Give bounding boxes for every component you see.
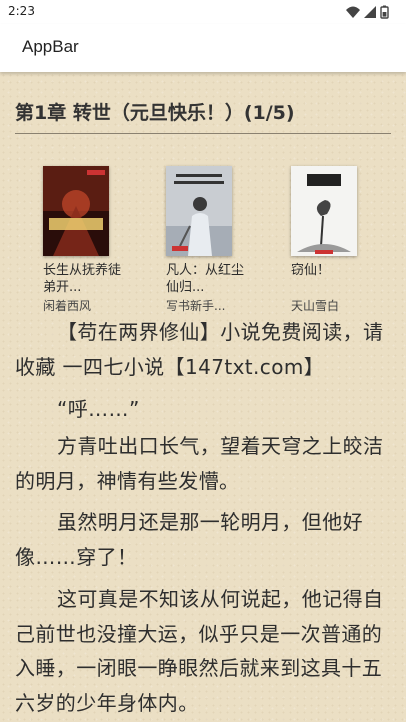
content-paragraph-4: 虽然明月还是那一轮明月，但他好像……穿了！ <box>15 505 393 574</box>
title-divider <box>15 133 391 134</box>
book-title-3[interactable]: 窃仙！ <box>291 262 381 279</box>
content-paragraph-1: 【苟在两界修仙】小说免费阅读，请收藏 一四七小说【147txt.com】 <box>15 315 393 384</box>
content-paragraph-2: “呼……” <box>15 392 393 427</box>
book-author-3: 天山雪白 <box>291 299 340 313</box>
paragraph-2-text: “呼……” <box>57 397 140 421</box>
content-paragraph-5: 这可真是不知该从何说起，他记得自己前世也没撞大运，似乎只是一次普通的入睡，一闭眼… <box>15 582 393 720</box>
book-cover-2[interactable] <box>166 166 232 256</box>
status-icons <box>346 5 389 19</box>
book-title-2[interactable]: 凡人：从红尘仙归... <box>166 262 256 296</box>
book-cover-3[interactable] <box>291 166 357 256</box>
app-bar: AppBar <box>0 24 406 72</box>
reader-content[interactable]: 第1章 转世（元旦快乐！）(1/5) 长生从抚养徒弟开... 闲着西风 凡人：从… <box>0 72 406 722</box>
book-cover-1[interactable] <box>43 166 109 256</box>
battery-icon <box>380 5 389 19</box>
status-time: 2:23 <box>8 4 35 18</box>
signal-icon <box>364 6 376 18</box>
paragraph-1-text: 【苟在两界修仙】小说免费阅读，请收藏 一四七小说【147txt.com】 <box>15 320 384 379</box>
paragraph-3-text: 方青吐出口长气，望着天穹之上皎洁的明月，神情有些发懵。 <box>15 434 384 493</box>
app-bar-title: AppBar <box>22 37 79 56</box>
status-bar: 2:23 <box>0 0 406 24</box>
book-author-1: 闲着西风 <box>43 299 92 313</box>
paragraph-4-text: 虽然明月还是那一轮明月，但他好像……穿了！ <box>15 510 363 569</box>
content-paragraph-3: 方青吐出口长气，望着天穹之上皎洁的明月，神情有些发懵。 <box>15 429 393 498</box>
book-title-1[interactable]: 长生从抚养徒弟开... <box>43 262 133 296</box>
chapter-title: 第1章 转世（元旦快乐！）(1/5) <box>15 102 295 124</box>
wifi-icon <box>346 6 360 18</box>
paragraph-5-text: 这可真是不知该从何说起，他记得自己前世也没撞大运，似乎只是一次普通的入睡，一闭眼… <box>15 587 384 715</box>
book-author-2: 写书新手... <box>166 299 226 313</box>
